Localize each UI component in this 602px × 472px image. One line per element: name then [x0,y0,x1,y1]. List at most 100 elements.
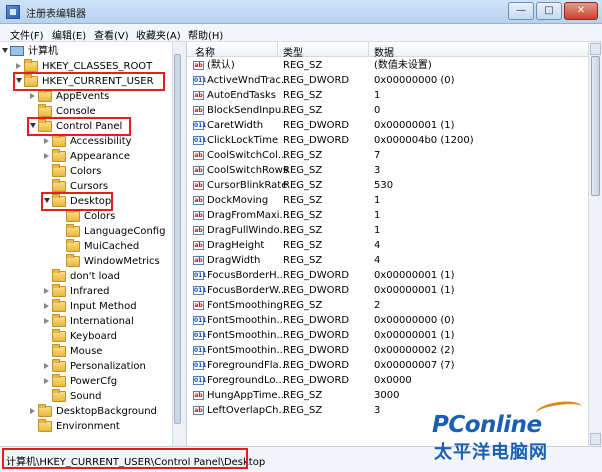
value-row[interactable]: 011 ClickLockTime REG_DWORD 0x000004b0 (120… [187,133,588,148]
highlight-box [27,117,131,136]
value-name: (默认) [207,60,235,71]
value-row[interactable]: 011 FontSmoothin... REG_DWORD 0x00000001 (1… [187,328,588,343]
tree-item[interactable]: don't load [0,269,172,284]
tree-item[interactable]: Accessibility [0,134,172,149]
scroll-up-arrow-icon[interactable] [590,43,601,55]
value-row[interactable]: 011 FontSmoothin... REG_DWORD 0x00000000 (0… [187,313,588,328]
value-data: 1 [374,90,381,101]
tree-item-label: Colors [84,211,116,222]
tree-item[interactable]: Infrared [0,284,172,299]
value-row[interactable]: ab AutoEndTasks REG_SZ 1 [187,88,588,103]
tree-item[interactable]: AppEvents [0,89,172,104]
tree-item[interactable]: PowerCfg [0,374,172,389]
minimize-button[interactable]: — [508,2,534,20]
highlight-box [13,72,165,91]
value-data: 0x00000007 (7) [374,360,455,371]
collapsed-arrow-icon[interactable] [44,363,49,369]
value-type: REG_DWORD [283,315,350,326]
value-row[interactable]: ab CoolSwitchCol... REG_SZ 7 [187,148,588,163]
collapsed-arrow-icon[interactable] [44,378,49,384]
value-row[interactable]: ab CursorBlinkRate REG_SZ 530 [187,178,588,193]
value-row[interactable]: 011 ActiveWndTrac... REG_DWORD 0x00000000 (… [187,73,588,88]
collapsed-arrow-icon[interactable] [44,288,49,294]
watermark-brand: PConline [432,412,542,438]
value-row[interactable]: 011 FocusBorderH... REG_DWORD 0x00000001 (1… [187,268,588,283]
tree-item[interactable]: Environment [0,419,172,434]
menu-help[interactable]: 帮助(H) [188,27,223,42]
column-divider[interactable] [368,42,369,57]
collapsed-arrow-icon[interactable] [44,318,49,324]
collapsed-arrow-icon[interactable] [44,303,49,309]
value-name: DragFullWindo... [207,225,289,236]
tree-item[interactable]: Colors [0,164,172,179]
tree-item-label: Mouse [70,346,103,357]
value-row[interactable]: ab DockMoving REG_SZ 1 [187,193,588,208]
collapsed-arrow-icon[interactable] [16,63,21,69]
value-row[interactable]: ab (默认) REG_SZ (数值未设置) [187,58,588,73]
value-type: REG_DWORD [283,285,350,296]
value-row[interactable]: 011 FontSmoothin... REG_DWORD 0x00000002 (2… [187,343,588,358]
values-scrollbar-thumb[interactable] [591,56,600,196]
tree-item[interactable]: LanguageConfig [0,224,172,239]
maximize-button[interactable]: □ [536,2,562,20]
close-button[interactable]: ✕ [564,2,598,20]
value-row[interactable]: ab DragFromMaxi... REG_SZ 1 [187,208,588,223]
computer-icon [10,46,24,56]
collapsed-arrow-icon[interactable] [30,408,35,414]
folder-icon [52,164,66,177]
value-type: REG_DWORD [283,270,350,281]
value-row[interactable]: 011 CaretWidth REG_DWORD 0x00000001 (1) [187,118,588,133]
value-name: FontSmoothin... [207,330,287,341]
tree-scrollbar-thumb[interactable] [174,54,181,424]
value-row[interactable]: ab BlockSendInpu... REG_SZ 0 [187,103,588,118]
binary-value-icon: 011 [193,76,207,85]
collapsed-arrow-icon[interactable] [44,138,49,144]
column-name-header[interactable]: 名称 [195,44,215,59]
tree-item-label: Input Method [70,301,137,312]
value-row[interactable]: ab FontSmoothing REG_SZ 2 [187,298,588,313]
tree-item[interactable]: WindowMetrics [0,254,172,269]
expanded-arrow-icon[interactable] [2,48,8,53]
menu-edit[interactable]: 编辑(E) [52,27,86,42]
tree-item[interactable]: Mouse [0,344,172,359]
tree-item-label: Environment [56,421,120,432]
tree-item[interactable]: 计算机 [0,44,172,59]
menu-view[interactable]: 查看(V) [94,27,129,42]
tree-item[interactable]: Keyboard [0,329,172,344]
column-data-header[interactable]: 数据 [374,44,394,59]
folder-icon [52,329,66,342]
values-scrollbar[interactable] [588,42,602,446]
tree-item[interactable]: International [0,314,172,329]
value-row[interactable]: ab CoolSwitchRows REG_SZ 3 [187,163,588,178]
column-divider[interactable] [277,42,278,57]
value-name: DragFromMaxi... [207,210,290,221]
tree-item[interactable]: Appearance [0,149,172,164]
tree-item[interactable]: MuiCached [0,239,172,254]
tree-item[interactable]: Personalization [0,359,172,374]
collapsed-arrow-icon[interactable] [30,93,35,99]
folder-icon [52,269,66,282]
tree-item[interactable]: Colors [0,209,172,224]
value-row[interactable]: ab DragWidth REG_SZ 4 [187,253,588,268]
values-list: 名称 类型 数据 ab (默认) REG_SZ (数值未设置) 011 ActiveWnd… [187,42,588,446]
tree-item[interactable]: Input Method [0,299,172,314]
value-row[interactable]: 011 ForegroundFla... REG_DWORD 0x00000007 (… [187,358,588,373]
scroll-down-arrow-icon[interactable] [590,433,601,445]
menu-favorites[interactable]: 收藏夹(A) [136,27,181,42]
tree-item[interactable]: Sound [0,389,172,404]
value-row[interactable]: 011 ForegroundLo... REG_DWORD 0x0000 [187,373,588,388]
tree-item[interactable]: DesktopBackground [0,404,172,419]
collapsed-arrow-icon[interactable] [44,153,49,159]
value-row[interactable]: 011 FocusBorderW... REG_DWORD 0x00000001 (1… [187,283,588,298]
menu-file[interactable]: 文件(F) [10,27,44,42]
binary-value-icon: 011 [193,346,207,355]
binary-value-icon: 011 [193,376,207,385]
tree-scrollbar[interactable] [172,42,182,446]
value-row[interactable]: ab DragFullWindo... REG_SZ 1 [187,223,588,238]
value-row[interactable]: ab DragHeight REG_SZ 4 [187,238,588,253]
column-type-header[interactable]: 类型 [283,44,303,59]
value-name: DockMoving [207,195,269,206]
value-row[interactable]: ab HungAppTime... REG_SZ 3000 [187,388,588,403]
value-name: FocusBorderW... [207,285,288,296]
string-value-icon: ab [193,91,204,100]
